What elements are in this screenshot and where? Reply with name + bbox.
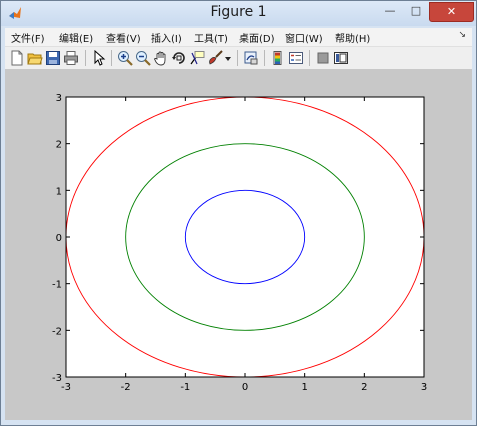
brush-icon[interactable] xyxy=(207,50,223,66)
pan-hand-icon[interactable] xyxy=(153,50,169,66)
y-tick-label: 0 xyxy=(56,233,62,244)
figure-window: Figure 1 — □ ✕ 文件(F) 编辑(E) 查看(V) 插入(I) 工… xyxy=(0,0,477,426)
menu-window[interactable]: 窗口(W) xyxy=(285,30,323,45)
toolbar-separator xyxy=(111,50,112,66)
insert-legend-icon[interactable] xyxy=(288,50,304,66)
x-tick-label: -3 xyxy=(61,382,71,393)
y-tick-label: -2 xyxy=(52,326,62,337)
menu-bar: 文件(F) 编辑(E) 查看(V) 插入(I) 工具(T) 桌面(D) 窗口(W… xyxy=(5,28,472,47)
close-button[interactable]: ✕ xyxy=(429,2,474,22)
x-tick-label: -1 xyxy=(180,382,190,393)
show-plot-tools-icon[interactable] xyxy=(333,50,349,66)
figure-canvas: -3 -2 -1 0 1 2 3 -3 -2 -1 0 1 2 3 xyxy=(5,70,472,420)
plot-svg[interactable]: -3 -2 -1 0 1 2 3 -3 -2 -1 0 1 2 3 xyxy=(5,70,472,420)
maximize-button[interactable]: □ xyxy=(403,2,429,20)
zoom-out-icon[interactable] xyxy=(135,50,151,66)
toolbar-separator xyxy=(237,50,238,66)
y-tick-label: 3 xyxy=(56,93,62,104)
new-figure-icon[interactable] xyxy=(9,50,25,66)
y-tick-label: -3 xyxy=(52,373,62,384)
menu-insert[interactable]: 插入(I) xyxy=(151,30,182,45)
edit-plot-arrow-icon[interactable] xyxy=(91,50,107,66)
menu-desktop[interactable]: 桌面(D) xyxy=(239,30,275,45)
y-tick-label: -1 xyxy=(52,280,62,291)
figure-toolbar xyxy=(5,47,472,70)
x-tick-label: 1 xyxy=(301,382,307,393)
menu-file[interactable]: 文件(F) xyxy=(11,30,45,45)
title-bar[interactable]: Figure 1 — □ ✕ xyxy=(1,1,476,26)
x-tick-label: 0 xyxy=(242,382,248,393)
link-plot-icon[interactable] xyxy=(243,50,259,66)
axes-background xyxy=(66,97,424,377)
brush-dropdown-icon[interactable] xyxy=(224,50,232,66)
menu-tools[interactable]: 工具(T) xyxy=(194,30,228,45)
x-tick-label: -2 xyxy=(121,382,131,393)
rotate-3d-icon[interactable] xyxy=(171,50,187,66)
menu-edit[interactable]: 编辑(E) xyxy=(59,30,93,45)
save-icon[interactable] xyxy=(45,50,61,66)
toolbar-separator xyxy=(309,50,310,66)
data-cursor-icon[interactable] xyxy=(189,50,205,66)
menu-help[interactable]: 帮助(H) xyxy=(335,30,370,45)
menu-overflow-icon[interactable]: ↘ xyxy=(458,30,466,40)
menu-view[interactable]: 查看(V) xyxy=(106,30,141,45)
hide-plot-tools-icon[interactable] xyxy=(315,50,331,66)
zoom-in-icon[interactable] xyxy=(117,50,133,66)
toolbar-separator xyxy=(264,50,265,66)
y-tick-label: 2 xyxy=(56,140,62,151)
insert-colorbar-icon[interactable] xyxy=(270,50,286,66)
x-tick-label: 3 xyxy=(421,382,427,393)
x-tick-label: 2 xyxy=(361,382,367,393)
minimize-button[interactable]: — xyxy=(377,2,403,20)
toolbar-separator xyxy=(85,50,86,66)
y-tick-label: 1 xyxy=(56,186,62,197)
print-icon[interactable] xyxy=(63,50,79,66)
open-file-icon[interactable] xyxy=(27,50,43,66)
